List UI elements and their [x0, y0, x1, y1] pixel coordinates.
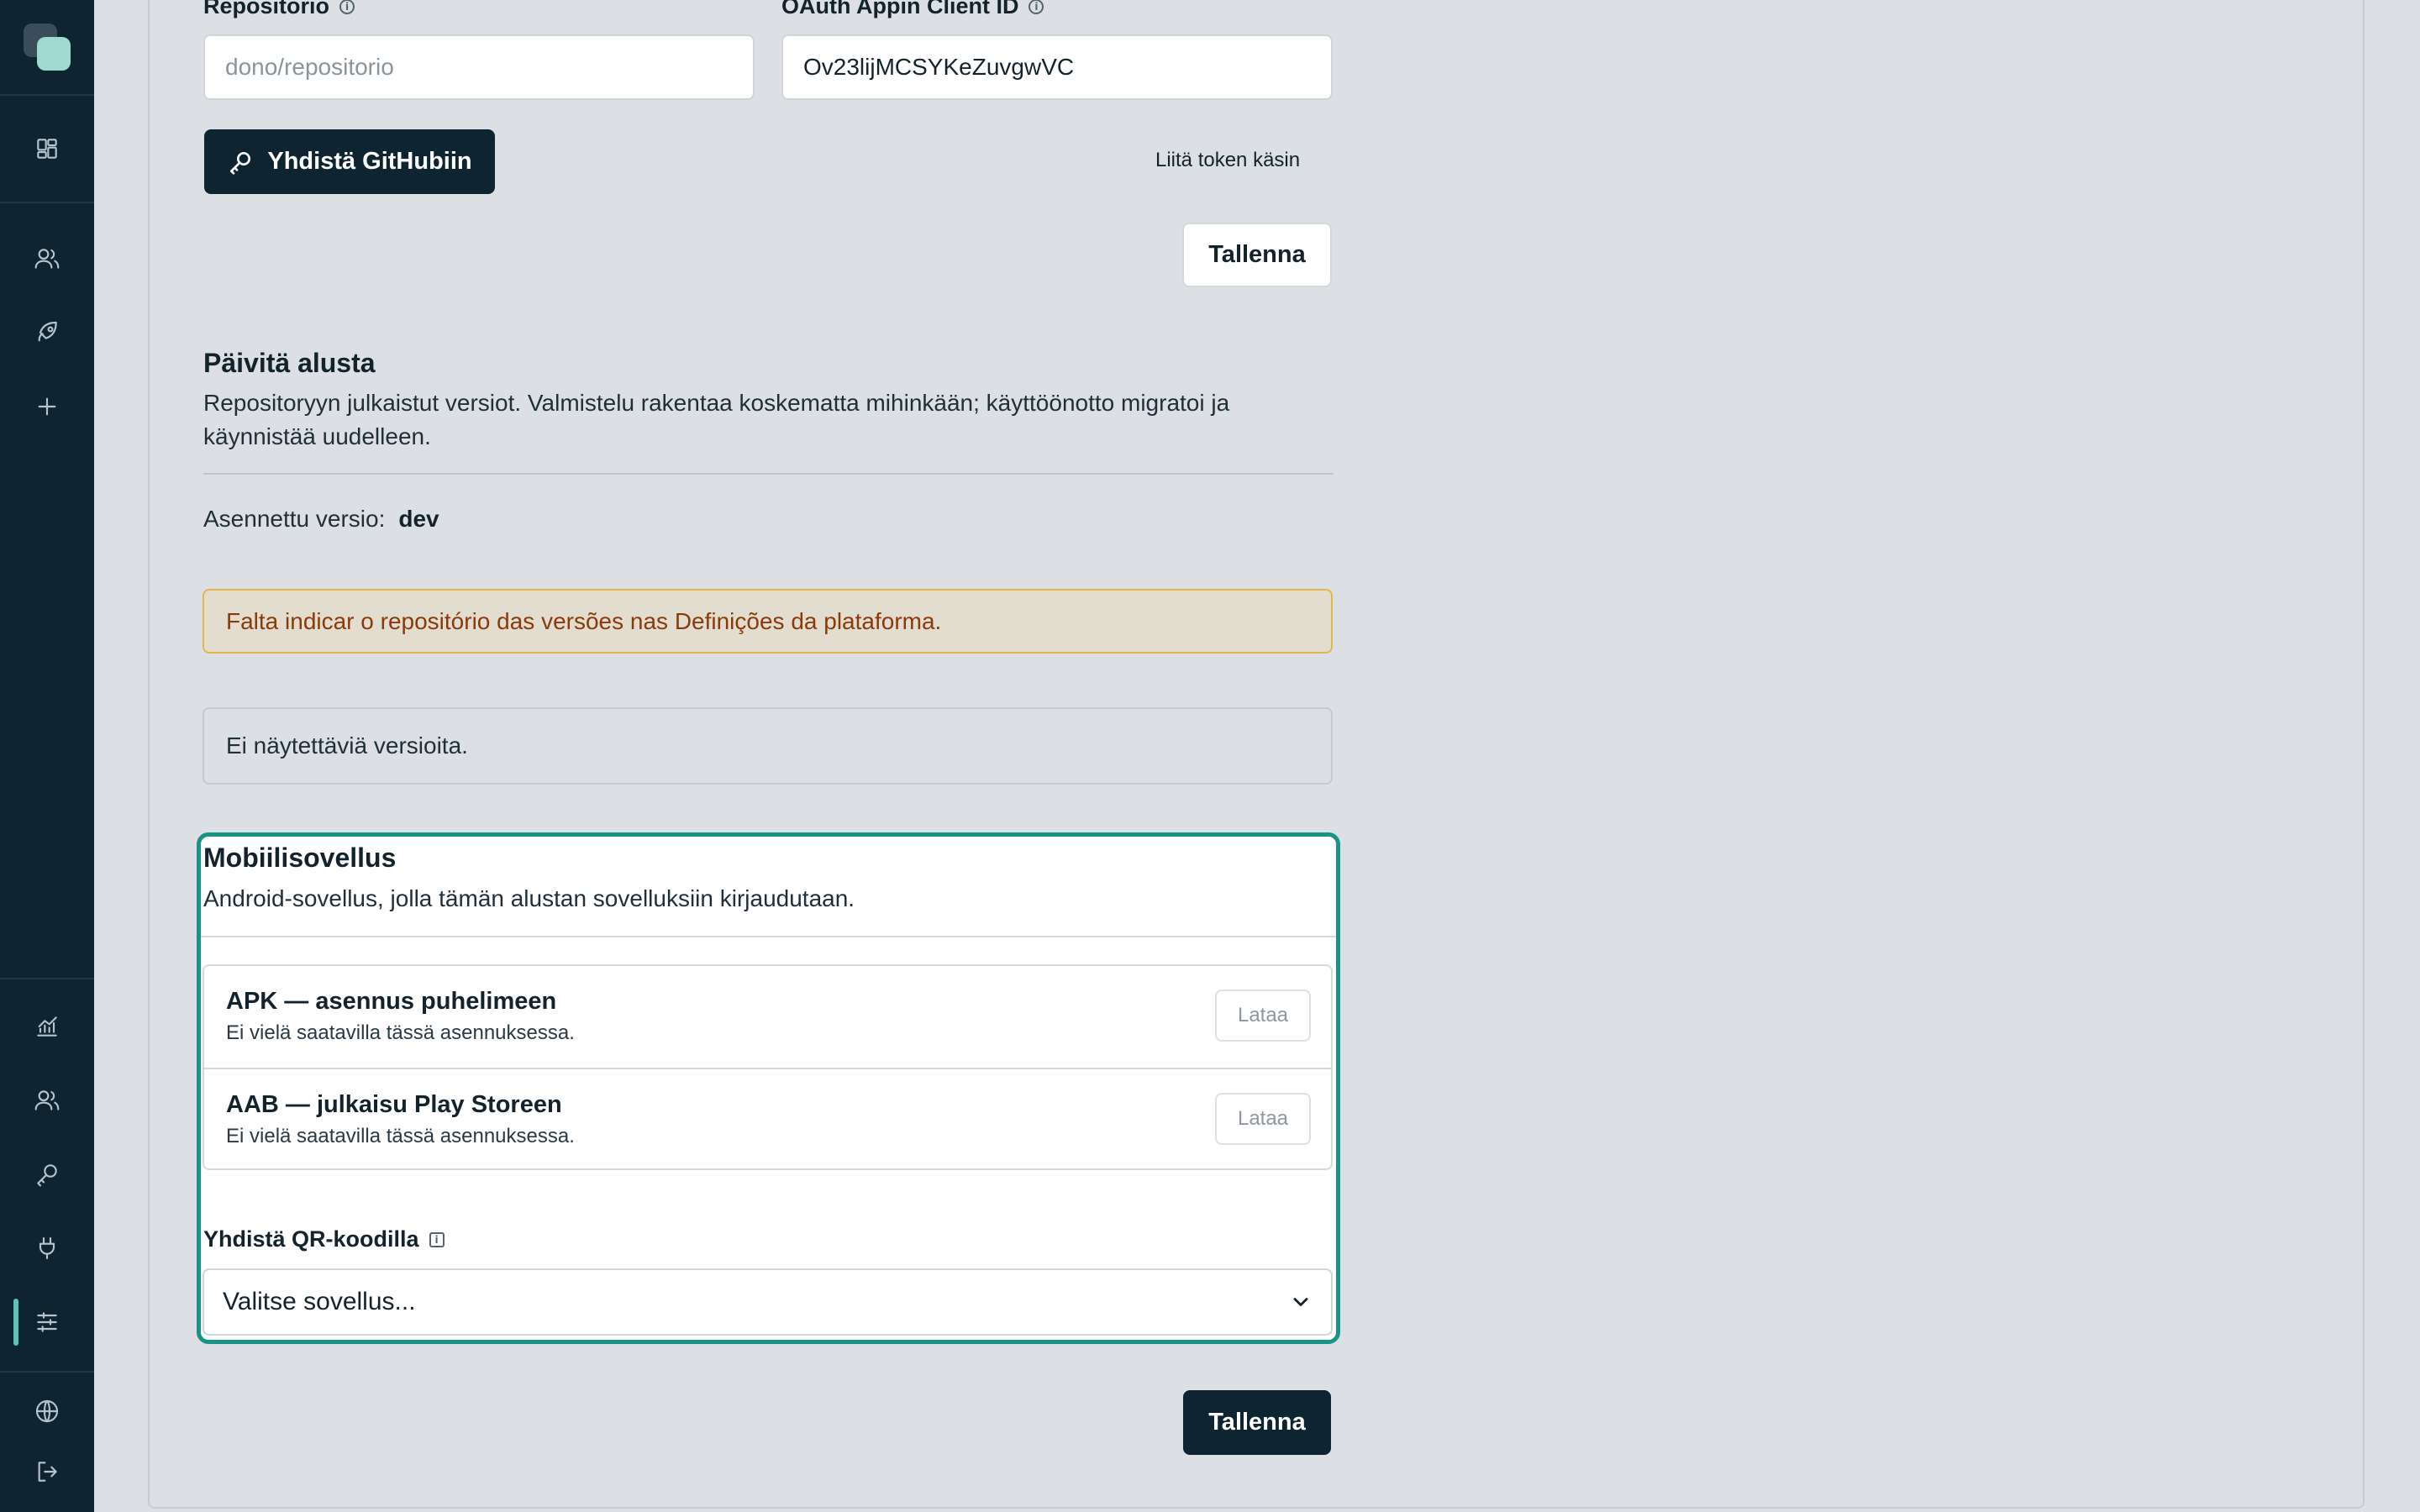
installed-version-value: dev: [398, 506, 439, 532]
repo-label: Repositorio i: [203, 0, 355, 19]
client-id-label-text: OAuth Appin Client ID: [781, 0, 1019, 18]
download-title: AAB — julkaisu Play Storeen: [226, 1091, 562, 1118]
connect-github-label: Yhdistä GitHubiin: [267, 148, 472, 175]
download-aab-button[interactable]: Lataa: [1215, 1093, 1311, 1145]
chevron-down-icon: [1293, 1298, 1308, 1306]
download-row-apk: APK — asennus puhelimeen Ei vielä saatav…: [204, 966, 1331, 1068]
qr-app-select-value: Valitse sovellus...: [223, 1288, 416, 1315]
section-divider: [203, 473, 1334, 475]
users-icon[interactable]: [27, 239, 67, 279]
qr-label-text: Yhdistä QR-koodilla: [203, 1226, 419, 1252]
info-icon[interactable]: i: [1028, 0, 1044, 14]
download-row-aab: AAB — julkaisu Play Storeen Ei vielä saa…: [204, 1068, 1331, 1171]
sidebar-divider: [0, 94, 94, 96]
dashboard-icon[interactable]: [27, 129, 67, 169]
plug-icon[interactable]: [27, 1228, 67, 1268]
team-icon[interactable]: [27, 1080, 67, 1121]
sidebar-divider: [0, 978, 94, 979]
key-icon: [230, 151, 251, 175]
repo-input[interactable]: dono/repositorio: [203, 34, 755, 100]
sidebar-divider: [0, 202, 94, 203]
plus-icon[interactable]: [27, 386, 67, 427]
update-section-title: Päivitä alusta: [203, 348, 376, 378]
manual-token-link[interactable]: Liitä token käsin: [1155, 149, 1300, 172]
download-apk-button[interactable]: Lataa: [1215, 990, 1311, 1042]
qr-app-select[interactable]: Valitse sovellus...: [203, 1268, 1333, 1336]
logout-icon[interactable]: [27, 1452, 67, 1492]
repo-label-text: Repositorio: [203, 0, 330, 18]
sidebar: [0, 0, 94, 1512]
client-id-label: OAuth Appin Client ID i: [781, 0, 1044, 19]
rocket-icon[interactable]: [27, 312, 67, 353]
save-button[interactable]: Tallenna: [1183, 1390, 1331, 1455]
download-status: Ei vielä saatavilla tässä asennuksessa.: [226, 1125, 575, 1147]
installed-version: Asennettu versio: dev: [203, 502, 439, 536]
connect-github-button[interactable]: Yhdistä GitHubiin: [204, 129, 495, 194]
qr-label: Yhdistä QR-koodilla i: [203, 1226, 445, 1252]
app-logo[interactable]: [24, 24, 71, 71]
globe-icon[interactable]: [27, 1391, 67, 1431]
sliders-icon[interactable]: [27, 1302, 67, 1342]
info-icon[interactable]: i: [429, 1231, 445, 1247]
empty-versions-message: Ei näytettäviä versioita.: [203, 707, 1333, 785]
save-github-button[interactable]: Tallenna: [1182, 223, 1332, 287]
sidebar-divider: [0, 1371, 94, 1373]
download-title: APK — asennus puhelimeen: [226, 988, 557, 1015]
info-icon[interactable]: i: [339, 0, 355, 14]
mobile-section-title: Mobiilisovellus: [203, 843, 397, 873]
download-list: APK — asennus puhelimeen Ei vielä saatav…: [203, 964, 1333, 1170]
analytics-icon[interactable]: [27, 1006, 67, 1047]
download-status: Ei vielä saatavilla tässä asennuksessa.: [226, 1021, 575, 1044]
client-id-input[interactable]: Ov23lijMCSYKeZuvgwVC: [781, 34, 1333, 100]
key-icon[interactable]: [27, 1154, 67, 1194]
mobile-section-description: Android-sovellus, jolla tämän alustan so…: [203, 885, 855, 911]
logo-front-square: [37, 37, 71, 71]
section-divider: [201, 936, 1336, 937]
sidebar-active-indicator: [13, 1299, 18, 1346]
update-section-description: Repositoryyn julkaistut versiot. Valmist…: [203, 390, 1230, 449]
installed-version-label: Asennettu versio:: [203, 506, 386, 532]
warning-banner: Falta indicar o repositório das versões …: [203, 589, 1333, 654]
